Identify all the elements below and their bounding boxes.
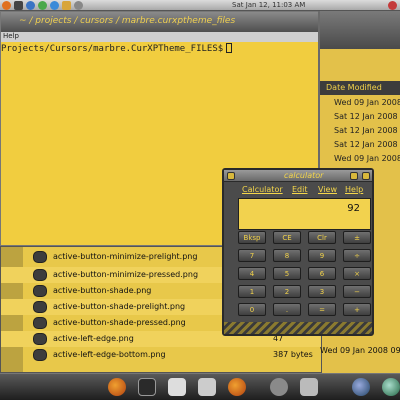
date-cell: Sat 12 Jan 2008 10:46 xyxy=(334,140,400,149)
calc-key[interactable]: 2 xyxy=(273,285,301,298)
file-row[interactable]: active-left-edge-bottom.png 387 bytes PN… xyxy=(1,347,321,363)
calc-key[interactable]: 6 xyxy=(308,267,336,280)
file-name: active-button-minimize-pressed.png xyxy=(53,270,199,279)
image-file-icon xyxy=(33,285,47,297)
terminal-prompt[interactable]: Projects/Cursors/marbre.CurXPTheme_FILES… xyxy=(1,43,233,54)
calculator-titlebar[interactable]: calculator xyxy=(224,170,372,182)
terminal-titlebar[interactable]: ~ / projects / cursors / marbre.curxpthe… xyxy=(1,12,321,32)
globe-icon[interactable] xyxy=(50,1,59,10)
file-manager-toolbar xyxy=(320,11,400,49)
image-file-icon xyxy=(33,349,47,361)
globe-icon[interactable] xyxy=(352,378,370,396)
date-cell: Wed 09 Jan 2008 09:54 xyxy=(334,154,400,163)
image-file-icon xyxy=(33,269,47,281)
menu-edit[interactable]: Edit xyxy=(292,185,308,194)
calc-key[interactable]: × xyxy=(343,267,371,280)
calc-key[interactable]: = xyxy=(308,303,336,316)
calc-key[interactable]: 8 xyxy=(273,249,301,262)
folder-icon[interactable] xyxy=(62,1,71,10)
date-modified-column-header[interactable]: Date Modified xyxy=(320,81,400,95)
display-value: 92 xyxy=(347,203,360,214)
firefox-icon[interactable] xyxy=(2,1,11,10)
chat-icon[interactable] xyxy=(38,1,47,10)
date-cell: Sat 12 Jan 2008 10:46 xyxy=(334,112,400,121)
close-button[interactable] xyxy=(362,172,370,180)
file-name: active-left-edge-bottom.png xyxy=(53,350,166,359)
calculator-menu-button[interactable] xyxy=(227,172,235,180)
menu-help[interactable]: Help xyxy=(345,185,363,194)
calc-key[interactable]: 3 xyxy=(308,285,336,298)
calculator-bottom-frame xyxy=(224,322,372,334)
text-cursor xyxy=(226,43,233,53)
menu-help[interactable]: Help xyxy=(3,32,19,40)
settings-icon[interactable] xyxy=(270,378,288,396)
calculator-window[interactable]: calculator Calculator Edit View Help 92 … xyxy=(222,168,374,336)
file-name: active-button-minimize-prelight.png xyxy=(53,252,198,261)
calculator-title: calculator xyxy=(284,171,324,180)
calc-key[interactable]: ± xyxy=(343,231,371,244)
calc-key[interactable]: 5 xyxy=(273,267,301,280)
bottom-dock xyxy=(0,373,400,400)
calc-key[interactable]: + xyxy=(343,303,371,316)
file-date: Wed 09 Jan 2008 09:36 xyxy=(320,346,400,355)
terminal-menubar: Help xyxy=(1,32,321,42)
calculator-keypad: Bksp CE Clr ±7 8 9 ÷ 4 5 6 × 1 2 3− 0. = + xyxy=(238,231,371,323)
menu-calculator[interactable]: Calculator xyxy=(242,185,283,194)
firefox-icon[interactable] xyxy=(108,378,126,396)
globe-icon[interactable] xyxy=(382,378,400,396)
date-cell: Sat 12 Jan 2008 10:46 xyxy=(334,126,400,135)
drive-icon[interactable] xyxy=(300,378,318,396)
firefox-icon[interactable] xyxy=(228,378,246,396)
file-name: active-button-shade-pressed.png xyxy=(53,318,186,327)
power-icon[interactable] xyxy=(388,1,397,10)
drive-icon[interactable] xyxy=(168,378,186,396)
top-panel: Sat Jan 12, 11:03 AM xyxy=(0,0,400,11)
panel-clock[interactable]: Sat Jan 12, 11:03 AM xyxy=(232,1,305,9)
calc-key[interactable]: Bksp xyxy=(238,231,266,244)
file-name: active-left-edge.png xyxy=(53,334,134,343)
terminal-title: ~ / projects / cursors / marbre.curxpthe… xyxy=(19,16,236,26)
drive-icon[interactable] xyxy=(198,378,216,396)
calc-key[interactable]: ÷ xyxy=(343,249,371,262)
file-name: active-button-shade.png xyxy=(53,286,152,295)
calculator-display: 92 xyxy=(238,198,371,230)
terminal-icon[interactable] xyxy=(138,378,156,396)
image-file-icon xyxy=(33,251,47,263)
calculator-menubar: Calculator Edit View Help xyxy=(238,184,372,196)
prompt-text: Projects/Cursors/marbre.CurXPTheme_FILES… xyxy=(1,44,224,54)
calc-key[interactable]: CE xyxy=(273,231,301,244)
image-file-icon xyxy=(33,317,47,329)
settings-icon[interactable] xyxy=(74,1,83,10)
calc-key[interactable]: 7 xyxy=(238,249,266,262)
calc-key[interactable]: 1 xyxy=(238,285,266,298)
calc-key[interactable]: 4 xyxy=(238,267,266,280)
mail-icon[interactable] xyxy=(26,1,35,10)
file-name: active-button-shade-prelight.png xyxy=(53,302,186,311)
image-file-icon xyxy=(33,301,47,313)
calc-key[interactable]: − xyxy=(343,285,371,298)
calc-key[interactable]: . xyxy=(273,303,301,316)
date-cell: Wed 09 Jan 2008 12:41 xyxy=(334,98,400,107)
calc-key[interactable]: Clr xyxy=(308,231,336,244)
minimize-button[interactable] xyxy=(350,172,358,180)
image-file-icon xyxy=(33,333,47,345)
terminal-icon[interactable] xyxy=(14,1,23,10)
calc-key[interactable]: 0 xyxy=(238,303,266,316)
file-size: 387 bytes xyxy=(273,350,313,359)
calc-key[interactable]: 9 xyxy=(308,249,336,262)
menu-view[interactable]: View xyxy=(318,185,337,194)
